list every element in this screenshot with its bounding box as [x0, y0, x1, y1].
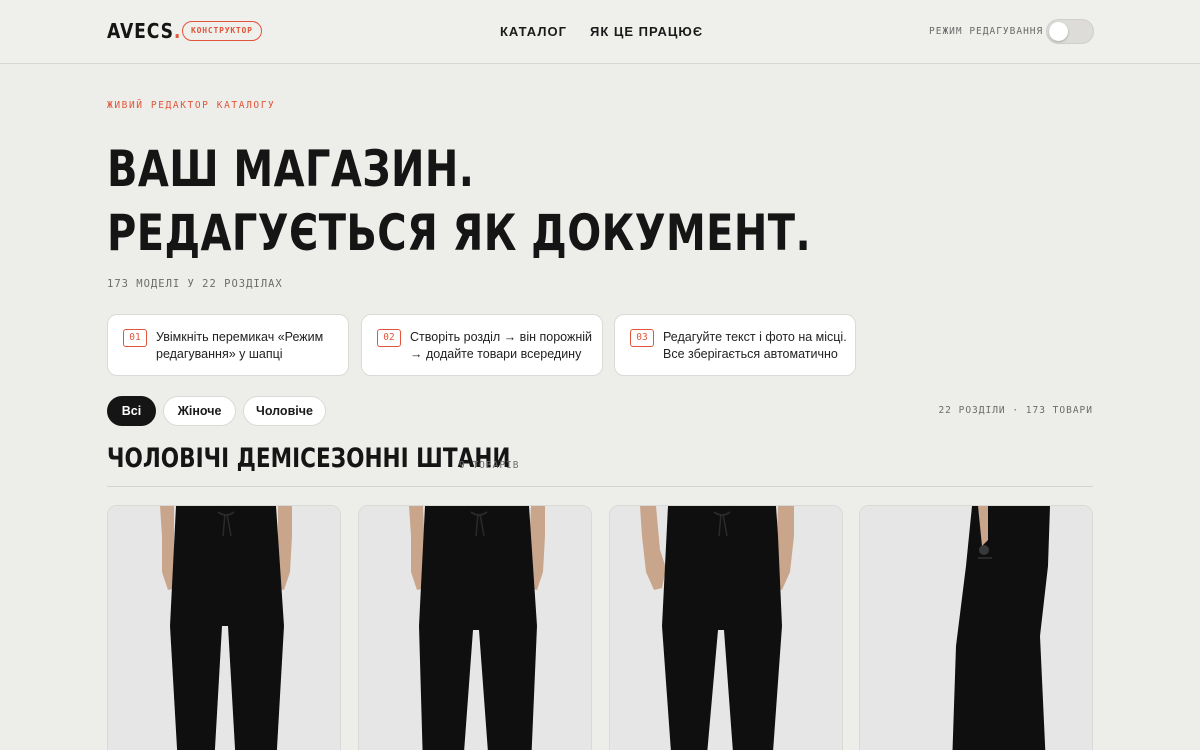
logo-dot: . — [173, 19, 182, 43]
step-card-3: 03 Редагуйте текст і фото на місці. Все … — [614, 314, 856, 376]
step-text-line: редагування» у шапці — [156, 347, 283, 361]
section-title: ЧОЛОВІЧІ ДЕМІСЕЗОННІ ШТАНИ — [107, 443, 511, 474]
logo[interactable]: AVECS. — [107, 19, 181, 43]
edit-mode-toggle[interactable] — [1046, 19, 1094, 44]
product-image-pants-front — [359, 506, 591, 750]
step-text: Створіть розділ → він порожній → додайте… — [410, 329, 598, 363]
step-card-1: 01 Увімкніть перемикач «Режим редагуванн… — [107, 314, 349, 376]
site-header: AVECS. КОНСТРУКТОР КАТАЛОГ ЯК ЦЕ ПРАЦЮЄ … — [0, 0, 1200, 64]
step-text: Редагуйте текст і фото на місці. Все збе… — [663, 329, 851, 363]
step-text-line: Все зберігається автоматично — [663, 347, 838, 361]
product-image-pants-front — [610, 506, 842, 750]
section-divider — [107, 486, 1093, 487]
step-text-line: Редагуйте текст і фото на місці. — [663, 330, 847, 344]
filter-chip-men[interactable]: Чоловіче — [243, 396, 326, 426]
product-card[interactable] — [609, 505, 843, 750]
product-card[interactable] — [859, 505, 1093, 750]
models-count: 173 МОДЕЛІ У 22 РОЗДІЛАХ — [107, 278, 283, 290]
product-card[interactable] — [358, 505, 592, 750]
product-card[interactable] — [107, 505, 341, 750]
step-text-line: → додайте товари всередину — [410, 347, 582, 361]
filter-chip-women[interactable]: Жіноче — [163, 396, 236, 426]
product-image-pants-side — [860, 506, 1092, 750]
nav-link-how-it-works[interactable]: ЯК ЦЕ ПРАЦЮЄ — [590, 24, 703, 39]
step-card-2: 02 Створіть розділ → він порожній → дода… — [361, 314, 603, 376]
logo-text: AVECS — [107, 19, 174, 43]
catalog-stats: 22 РОЗДІЛИ · 173 ТОВАРИ — [938, 405, 1093, 416]
toggle-knob — [1049, 22, 1068, 41]
edit-mode-label: РЕЖИМ РЕДАГУВАННЯ — [929, 26, 1044, 37]
step-text-line: Створіть розділ → він порожній — [410, 330, 592, 344]
section-item-count: 9 ТОВАРІВ — [459, 460, 520, 471]
step-number: 03 — [630, 329, 654, 347]
step-number: 01 — [123, 329, 147, 347]
hero-headline-line1: ВАШ МАГАЗИН. — [107, 140, 475, 198]
step-text-line: Увімкніть перемикач «Режим — [156, 330, 324, 344]
filter-chip-all[interactable]: Всі — [107, 396, 156, 426]
nav-link-catalog[interactable]: КАТАЛОГ — [500, 24, 567, 39]
constructor-badge: КОНСТРУКТОР — [182, 21, 262, 41]
step-number: 02 — [377, 329, 401, 347]
hero-eyebrow: ЖИВИЙ РЕДАКТОР КАТАЛОГУ — [107, 100, 276, 111]
product-image-pants-front — [108, 506, 340, 750]
hero-headline-line2: РЕДАГУЄТЬСЯ ЯК ДОКУМЕНТ. — [107, 204, 812, 262]
step-text: Увімкніть перемикач «Режим редагування» … — [156, 329, 344, 363]
